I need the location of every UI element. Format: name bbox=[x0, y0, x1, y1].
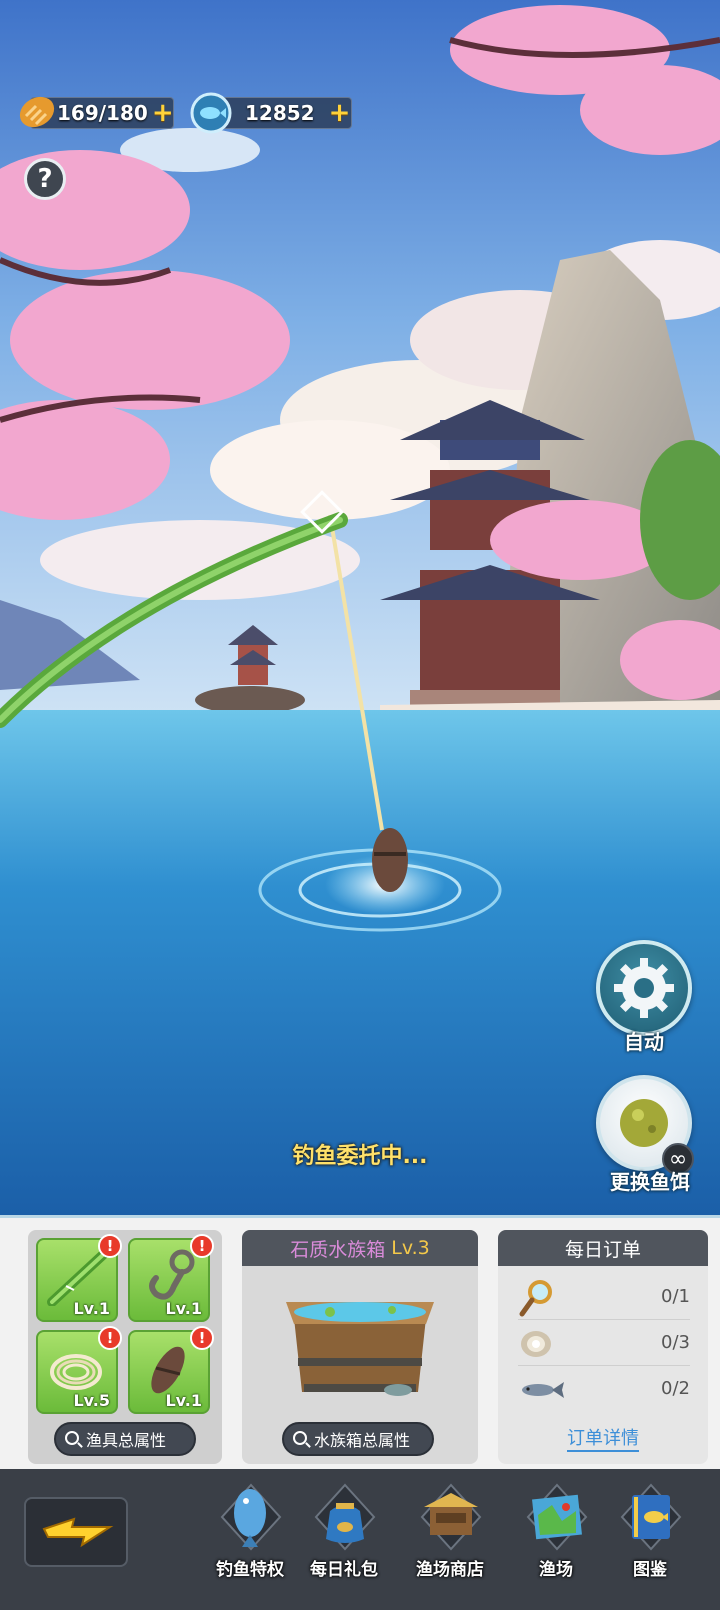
order-details-link[interactable]: 订单详情 bbox=[498, 1424, 708, 1452]
nav-encyclopedia[interactable]: 图鉴 bbox=[604, 1481, 696, 1591]
add-coins-button[interactable]: + bbox=[329, 100, 351, 126]
daily-gift-icon bbox=[314, 1483, 376, 1551]
fish-icon bbox=[522, 1382, 564, 1398]
encyclopedia-icon bbox=[620, 1483, 682, 1551]
nav-daily-gift[interactable]: 每日礼包 bbox=[298, 1481, 390, 1591]
gear-slot-rod[interactable]: ! Lv.1 bbox=[36, 1234, 122, 1322]
nav-fishery[interactable]: 渔场 bbox=[510, 1481, 602, 1591]
gear-stats-button[interactable]: 渔具总属性 bbox=[54, 1422, 196, 1456]
lightning-back-icon bbox=[42, 1517, 114, 1548]
aquarium-card[interactable]: 石质水族箱 Lv.3 水族箱总属性 bbox=[242, 1230, 478, 1464]
aquarium-title: 石质水族箱 Lv.3 bbox=[242, 1230, 478, 1266]
gear-alert-badge: ! bbox=[190, 1326, 214, 1350]
nav-label: 每日礼包 bbox=[310, 1560, 378, 1580]
search-icon bbox=[65, 1431, 79, 1445]
aquarium-level: Lv.3 bbox=[391, 1237, 430, 1259]
change-bait-label: 更换鱼饵 bbox=[610, 1170, 690, 1194]
nav-fishing-privilege[interactable]: 钓鱼特权 bbox=[204, 1481, 296, 1591]
bottom-panel: ! Lv.1 ! Lv.1 ! Lv.5 ! Lv.1 渔具总属性 石质水族箱 … bbox=[0, 1215, 720, 1469]
auto-label: 自动 bbox=[624, 1030, 664, 1054]
add-bread-button[interactable]: + bbox=[152, 100, 174, 126]
order-progress: 0/3 bbox=[661, 1332, 690, 1353]
gear-slot-bobber[interactable]: ! Lv.1 bbox=[128, 1326, 214, 1414]
order-row: 0/1 bbox=[518, 1274, 690, 1320]
auto-fishing-button[interactable] bbox=[596, 940, 692, 1036]
gear-level: Lv.5 bbox=[73, 1391, 110, 1410]
gear-slot-hook[interactable]: ! Lv.1 bbox=[128, 1234, 214, 1322]
order-row: 0/3 bbox=[518, 1320, 690, 1366]
gear-level: Lv.1 bbox=[165, 1391, 202, 1410]
nav-label: 图鉴 bbox=[633, 1560, 667, 1580]
orders-title: 每日订单 bbox=[498, 1230, 708, 1266]
gear-alert-badge: ! bbox=[98, 1234, 122, 1258]
shell-icon bbox=[521, 1331, 551, 1357]
gear-level: Lv.1 bbox=[73, 1299, 110, 1318]
nav-label: 渔场商店 bbox=[416, 1560, 484, 1580]
help-button[interactable]: ? bbox=[24, 158, 66, 200]
coin-value: 12852 bbox=[245, 101, 315, 125]
back-button[interactable] bbox=[24, 1497, 128, 1567]
fishery-map-icon bbox=[526, 1483, 588, 1551]
order-row: 0/2 bbox=[518, 1366, 690, 1412]
fishery-shop-icon bbox=[420, 1483, 482, 1551]
nav-label: 钓鱼特权 bbox=[216, 1560, 284, 1580]
gear-icon bbox=[614, 958, 674, 1018]
search-icon bbox=[293, 1431, 307, 1445]
fishing-status-text: 钓鱼委托中... bbox=[292, 1144, 428, 1169]
bread-value: 169/180 bbox=[57, 101, 148, 125]
gear-stats-label: 渔具总属性 bbox=[86, 1431, 167, 1450]
aquarium-stats-label: 水族箱总属性 bbox=[314, 1431, 411, 1450]
daily-orders-card: 每日订单 0/1 0/3 0/2 订单详情 bbox=[498, 1230, 708, 1464]
aquarium-stats-button[interactable]: 水族箱总属性 bbox=[282, 1422, 434, 1456]
order-progress: 0/1 bbox=[661, 1286, 690, 1307]
gear-alert-badge: ! bbox=[98, 1326, 122, 1350]
nav-label: 渔场 bbox=[539, 1560, 573, 1580]
gear-level: Lv.1 bbox=[165, 1299, 202, 1318]
gear-slot-line[interactable]: ! Lv.5 bbox=[36, 1326, 122, 1414]
fishing-gear-card: ! Lv.1 ! Lv.1 ! Lv.5 ! Lv.1 渔具总属性 bbox=[28, 1230, 222, 1464]
gear-alert-badge: ! bbox=[190, 1234, 214, 1258]
order-progress: 0/2 bbox=[661, 1378, 690, 1399]
fish-coin-icon bbox=[190, 92, 232, 134]
fishing-privilege-icon bbox=[220, 1483, 282, 1551]
order-details-label: 订单详情 bbox=[567, 1428, 639, 1452]
bread-icon bbox=[19, 96, 55, 128]
aquarium-name: 石质水族箱 bbox=[290, 1238, 386, 1261]
bottom-nav: 钓鱼特权 每日礼包 渔场商店 渔场 图鉴 bbox=[0, 1469, 720, 1610]
nav-fishery-shop[interactable]: 渔场商店 bbox=[404, 1481, 496, 1591]
magnifier-icon bbox=[519, 1280, 552, 1317]
stone-aquarium-icon bbox=[286, 1302, 434, 1396]
